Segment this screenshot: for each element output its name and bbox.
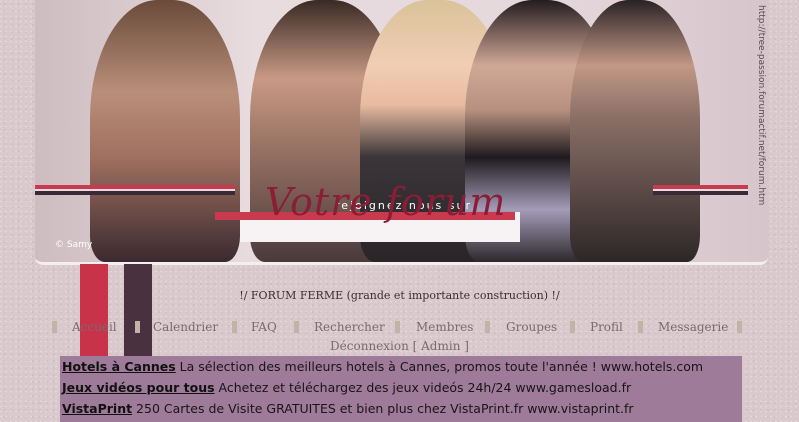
ad-title-link[interactable]: Hotels à Cannes — [62, 359, 176, 374]
ad-description: 250 Cartes de Visite GRATUITES et bien p… — [132, 401, 634, 416]
nav-groups-link[interactable]: Groupes — [506, 320, 557, 334]
nav-separator — [638, 321, 643, 333]
ad-row: Jeux vidéos pour tous Achetez et télécha… — [60, 377, 742, 398]
nav-home-link[interactable]: Accueil — [72, 320, 117, 334]
nav-logout-link[interactable]: Déconnexion [ Admin ] — [0, 339, 799, 353]
forum-logo[interactable]: Votre forum — [265, 180, 506, 224]
nav-profile-link[interactable]: Profil — [590, 320, 623, 334]
nav-separator — [485, 321, 490, 333]
banner-photo-person-5 — [570, 0, 700, 262]
nav-separator — [737, 321, 742, 333]
forum-closed-notice: !/ FORUM FERME (grande et importante con… — [239, 289, 560, 302]
header-banner: rejoignez nous sur Votre forum © Samy ht… — [35, 0, 768, 265]
ad-description: Achetez et téléchargez des jeux videós 2… — [214, 380, 632, 395]
nav-calendar-link[interactable]: Calendrier — [153, 320, 218, 334]
nav-separator — [395, 321, 400, 333]
main-navigation: Accueil Calendrier FAQ Rechercher Membre… — [52, 320, 747, 336]
ad-row: VistaPrint 250 Cartes de Visite GRATUITE… — [60, 398, 742, 419]
nav-messages-link[interactable]: Messagerie — [658, 320, 728, 334]
ad-description: La sélection des meilleurs hotels à Cann… — [175, 359, 704, 374]
ad-title-link[interactable]: Jeux vidéos pour tous — [62, 380, 215, 395]
banner-side-url: http://tree-passion.forumactif.net/forum… — [756, 5, 766, 206]
nav-separator — [570, 321, 575, 333]
nav-search-link[interactable]: Rechercher — [314, 320, 385, 334]
banner-copyright: © Samy — [55, 240, 93, 250]
nav-faq-link[interactable]: FAQ — [251, 320, 277, 334]
banner-stripe-right — [653, 185, 748, 195]
banner-photo-person-1 — [90, 0, 240, 262]
ad-row: Hotels à Cannes La sélection des meilleu… — [60, 356, 742, 377]
nav-separator — [52, 321, 57, 333]
nav-separator — [135, 321, 140, 333]
nav-members-link[interactable]: Membres — [416, 320, 473, 334]
nav-separator — [294, 321, 299, 333]
ad-title-link[interactable]: VistaPrint — [62, 401, 132, 416]
sponsored-links: Hotels à Cannes La sélection des meilleu… — [60, 356, 742, 422]
nav-separator — [232, 321, 237, 333]
banner-stripe-left — [35, 185, 235, 195]
